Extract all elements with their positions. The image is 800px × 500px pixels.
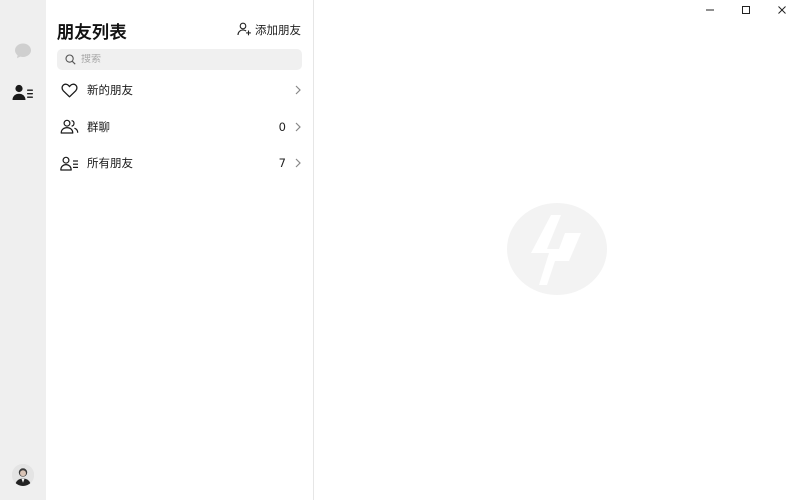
add-user-icon (237, 22, 252, 39)
search-icon (65, 50, 76, 69)
rail-chat-button[interactable] (11, 41, 35, 65)
panel-header: 朋友列表 添加朋友 (57, 18, 301, 43)
contacts-list-icon (59, 153, 79, 173)
list-item-label: 所有朋友 (87, 156, 133, 171)
add-friend-button[interactable]: 添加朋友 (237, 22, 301, 39)
minimize-button[interactable] (692, 0, 728, 18)
friends-list: 新的朋友 群聊 0 所有朋友 7 (46, 72, 313, 182)
app-window: 朋友列表 添加朋友 搜索 新的朋友 群聊 0 所有朋友 7 (0, 0, 800, 500)
page-title: 朋友列表 (57, 22, 127, 43)
nav-rail (0, 0, 46, 500)
friends-panel: 朋友列表 添加朋友 搜索 新的朋友 群聊 0 所有朋友 7 (46, 0, 314, 500)
minimize-icon (705, 0, 715, 19)
group-icon (59, 117, 79, 137)
chevron-right-icon (294, 122, 302, 132)
user-avatar[interactable] (12, 464, 34, 486)
list-item-label: 新的朋友 (87, 83, 133, 98)
search-box (57, 49, 302, 70)
list-item-new-friends[interactable]: 新的朋友 (46, 72, 313, 109)
list-item-count: 7 (278, 156, 286, 171)
rail-contacts-button[interactable] (11, 83, 35, 107)
maximize-button[interactable] (728, 0, 764, 18)
app-logo-icon (507, 203, 607, 295)
list-item-group-chats[interactable]: 群聊 0 (46, 109, 313, 146)
chat-bubble-icon (13, 41, 33, 65)
chevron-right-icon (294, 158, 302, 168)
search-input[interactable] (81, 54, 281, 65)
chevron-right-icon (294, 85, 302, 95)
add-friend-label: 添加朋友 (255, 23, 301, 37)
close-icon (777, 0, 787, 19)
avatar-icon (12, 464, 34, 486)
list-item-count: 0 (278, 119, 286, 134)
heart-icon (59, 80, 79, 100)
window-controls (692, 0, 800, 18)
maximize-icon (741, 0, 751, 19)
list-item-label: 群聊 (87, 119, 110, 134)
close-button[interactable] (764, 0, 800, 18)
list-item-all-friends[interactable]: 所有朋友 7 (46, 145, 313, 182)
contacts-icon (12, 83, 34, 107)
